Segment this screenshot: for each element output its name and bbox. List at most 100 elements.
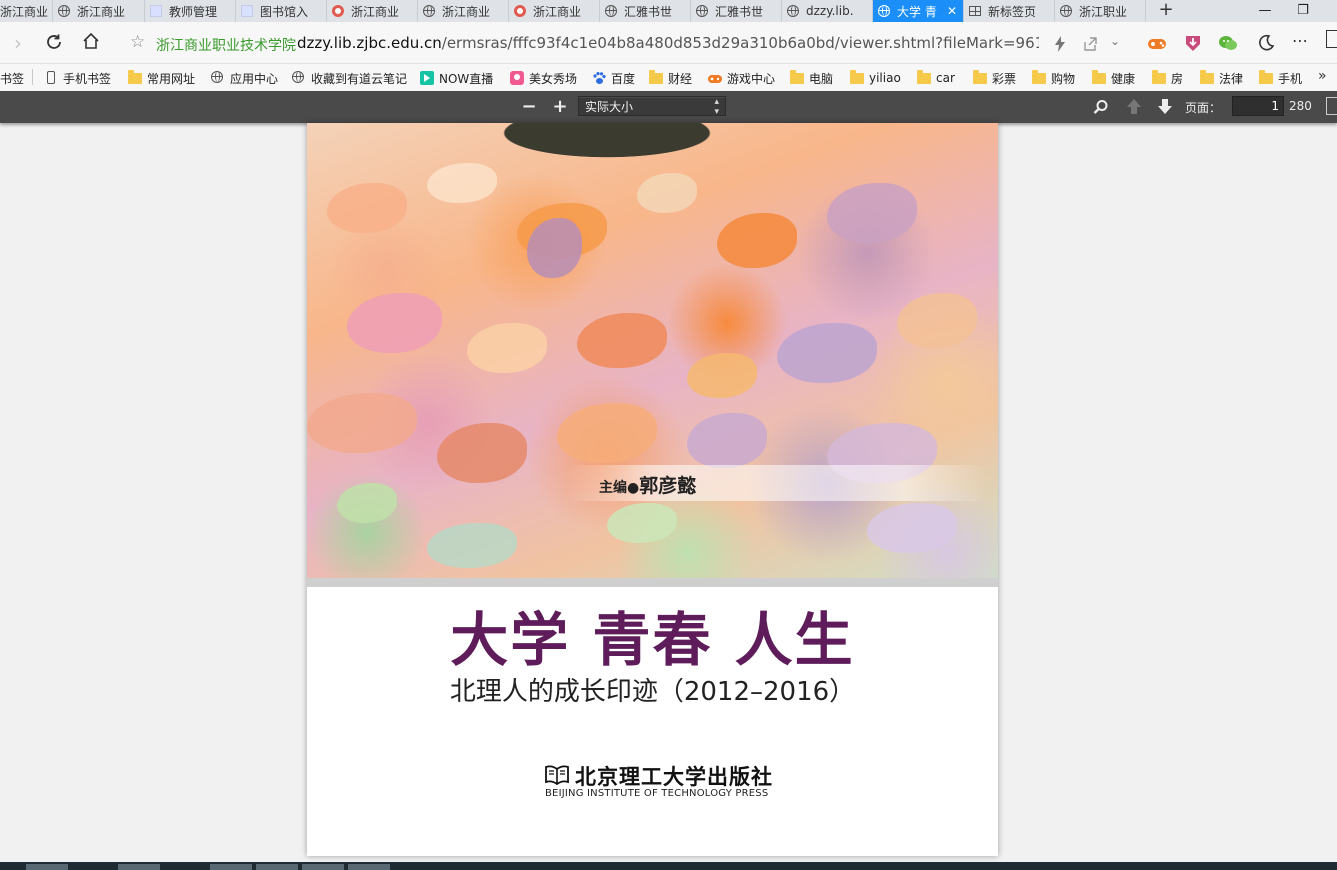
tab-9[interactable]: dzzy.lib.	[782, 0, 873, 22]
bookmark-label: 常用网址	[147, 71, 196, 86]
close-icon[interactable]: ✕	[947, 4, 957, 18]
tab-1[interactable]: 浙江商业	[53, 0, 145, 22]
globe-icon	[786, 4, 800, 18]
taskbar-item[interactable]	[256, 864, 298, 870]
tab-4[interactable]: 浙江商业	[327, 0, 418, 22]
tab-label: 浙江商业	[77, 4, 126, 19]
folder-icon	[1092, 70, 1106, 85]
open-book-icon	[545, 765, 569, 786]
gamepad-icon	[708, 71, 722, 85]
bookmark-item-13[interactable]: 彩票	[973, 68, 1016, 88]
previous-page-icon[interactable]	[1126, 98, 1142, 115]
bookmark-item-3[interactable]: 应用中心	[211, 68, 278, 88]
taskbar-item[interactable]	[26, 864, 68, 870]
forward-icon[interactable]: ›	[6, 31, 30, 55]
bookmark-label: 应用中心	[230, 71, 279, 86]
tab-label: 教师管理	[169, 4, 218, 19]
globe-icon	[877, 4, 891, 18]
bookmark-item-17[interactable]: 法律	[1200, 68, 1243, 88]
bookmark-item-4[interactable]: 收藏到有道云笔记	[292, 68, 407, 88]
bookmark-item-10[interactable]: 电脑	[790, 68, 833, 88]
bookmark-label: 财经	[668, 71, 693, 86]
zoom-in-button[interactable]: +	[551, 98, 569, 116]
globe-icon	[422, 4, 436, 18]
zoom-out-button[interactable]: −	[520, 98, 538, 116]
folder-icon	[1200, 70, 1214, 85]
taskbar-item[interactable]	[210, 864, 252, 870]
reload-icon[interactable]	[44, 32, 64, 52]
gamepad-icon[interactable]	[1147, 33, 1167, 53]
bookmarks-overflow-icon[interactable]: »	[1318, 68, 1327, 84]
bookmark-item-16[interactable]: 房	[1152, 68, 1183, 88]
download-shield-icon[interactable]	[1183, 33, 1203, 53]
bookmark-item-7[interactable]: 百度	[592, 68, 635, 88]
more-menu-icon[interactable]: ⋯	[1292, 31, 1309, 50]
editor-name: 郭彦懿	[639, 475, 697, 497]
bookmark-item-5[interactable]: NOW直播	[420, 68, 493, 88]
tab-5[interactable]: 浙江商业	[418, 0, 509, 22]
folder-icon	[1259, 70, 1273, 85]
showroom-icon	[510, 71, 524, 85]
taskbar-item[interactable]	[348, 864, 390, 870]
tab-2[interactable]: 教师管理	[145, 0, 236, 22]
address-input[interactable]: dzzy.lib.zjbc.edu.cn/ermsras/fffc93f4c1e…	[297, 34, 1039, 52]
bookmark-item-9[interactable]: 游戏中心	[708, 68, 775, 88]
tab-label: 浙江商业	[442, 4, 491, 19]
bookmark-item-0[interactable]: 书签	[0, 68, 24, 88]
bookmark-item-6[interactable]: 美女秀场	[510, 68, 577, 88]
home-icon[interactable]	[82, 32, 100, 50]
bookmark-item-8[interactable]: 财经	[649, 68, 692, 88]
page-number-input[interactable]	[1232, 96, 1284, 116]
taskbar-item[interactable]	[302, 864, 344, 870]
tab-6[interactable]: 浙江商业	[509, 0, 600, 22]
tab-11[interactable]: 新标签页	[964, 0, 1055, 22]
taskbar-item[interactable]	[118, 864, 160, 870]
bookmark-item-15[interactable]: 健康	[1092, 68, 1135, 88]
lifebuoy-icon	[513, 4, 527, 18]
wechat-icon[interactable]	[1218, 33, 1238, 53]
tab-7[interactable]: 汇雅书世	[600, 0, 691, 22]
bookmark-label: 手机	[1278, 71, 1303, 86]
search-icon[interactable]	[1093, 99, 1109, 115]
tab-label: 浙江商业	[351, 4, 400, 19]
tab-12[interactable]: 浙江职业	[1055, 0, 1146, 22]
url-path: /ermsras/fffc93f4c1e04b8a480d853d29a310b…	[441, 34, 1039, 52]
page-total: 280	[1289, 99, 1312, 113]
bookmark-label: 美女秀场	[529, 71, 578, 86]
sidebar-toggle-icon[interactable]	[1326, 30, 1337, 48]
bookmark-item-12[interactable]: car	[917, 68, 955, 88]
folder-icon	[128, 70, 142, 85]
bookmark-item-1[interactable]: 手机书签	[44, 68, 111, 88]
zoom-select[interactable]: 实际大小 ▴ ▾	[578, 96, 726, 117]
tab-0[interactable]: 浙江商业	[0, 0, 53, 22]
page-icon	[149, 4, 163, 18]
bookmark-star-icon[interactable]: ☆	[130, 31, 145, 53]
restore-button[interactable]: ❐	[1283, 0, 1323, 22]
url-host: dzzy.lib.zjbc.edu.cn	[297, 34, 442, 52]
bookmark-item-2[interactable]: 常用网址	[128, 68, 195, 88]
bookmark-label: 健康	[1111, 71, 1136, 86]
editor-prefix: 主编	[599, 480, 627, 496]
paw-icon	[592, 71, 606, 85]
new-tab-button[interactable]: +	[1155, 0, 1177, 22]
book-subtitle: 北理人的成长印迹（2012–2016）	[449, 677, 856, 707]
share-icon[interactable]	[1082, 36, 1098, 52]
pdf-sidebar-toggle-icon[interactable]	[1326, 97, 1337, 115]
tab-3[interactable]: 图书馆入	[236, 0, 327, 22]
moon-icon[interactable]	[1256, 33, 1276, 53]
chevron-down-icon[interactable]: ⌄	[1110, 34, 1120, 48]
bookmark-label: 游戏中心	[727, 71, 776, 86]
tab-10-active[interactable]: 大学 青 ✕	[873, 0, 964, 22]
bookmark-label: 法律	[1219, 71, 1244, 86]
lightning-icon[interactable]	[1054, 36, 1066, 52]
globe-icon	[292, 71, 306, 85]
tab-8[interactable]: 汇雅书世	[691, 0, 782, 22]
bookmark-item-18[interactable]: 手机	[1259, 68, 1302, 88]
select-arrows-icon: ▴ ▾	[714, 97, 719, 117]
zoom-select-value: 实际大小	[585, 100, 634, 114]
next-page-icon[interactable]	[1157, 98, 1173, 115]
bookmark-item-14[interactable]: 购物	[1032, 68, 1075, 88]
bookmark-label: NOW直播	[439, 71, 494, 86]
bookmark-item-11[interactable]: yiliao	[850, 68, 901, 88]
minimize-button[interactable]: —	[1245, 0, 1285, 22]
